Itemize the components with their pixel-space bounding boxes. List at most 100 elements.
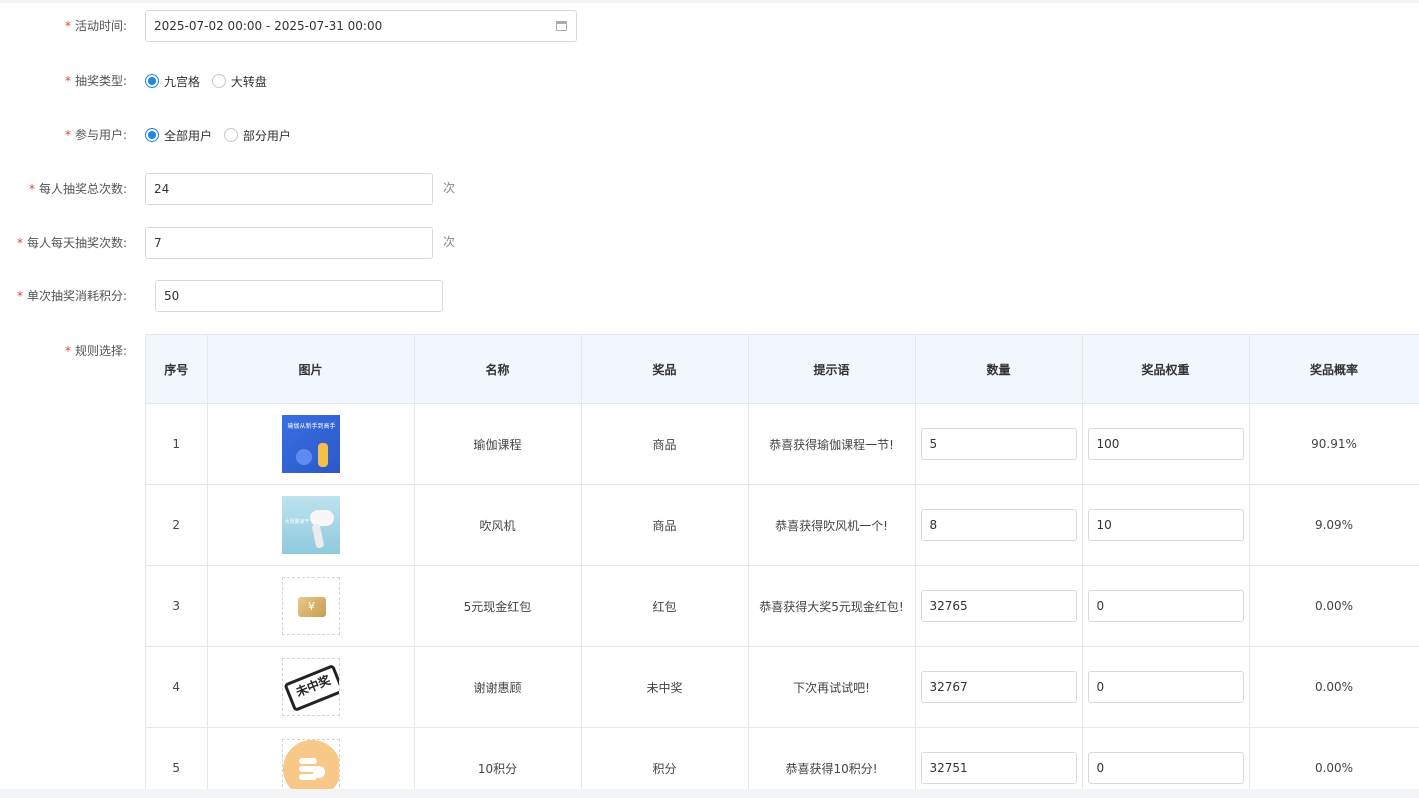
- header-prize: 奖品: [581, 335, 749, 404]
- header-name: 名称: [414, 335, 582, 404]
- hair-dryer-image: 大风量速干: [281, 496, 340, 554]
- cell-probability: 0.00%: [1249, 727, 1419, 789]
- header-index: 序号: [146, 335, 208, 404]
- required-mark: *: [64, 344, 71, 358]
- points-cost-input[interactable]: 50: [155, 280, 443, 312]
- label-text: 规则选择:: [74, 344, 127, 358]
- total-draws-value: 24: [154, 182, 170, 196]
- cell-weight: 0: [1082, 727, 1250, 789]
- table-row: 5 10积分 积分 恭喜获得10积分! 32751 0 0.00%: [146, 727, 1419, 789]
- cell-prize: 红包: [581, 565, 749, 647]
- weight-input[interactable]: 0: [1087, 590, 1244, 622]
- radio-all-users[interactable]: 全部用户: [145, 119, 212, 151]
- radio-unselected-icon: [211, 74, 226, 88]
- cell-name: 10积分: [414, 727, 582, 789]
- table-row: 2 大风量速干 吹风机 商品 恭喜获得吹风机一个! 8 10 9.09%: [146, 484, 1419, 566]
- cell-index: 5: [146, 727, 208, 789]
- quantity-input[interactable]: 5: [920, 428, 1077, 460]
- cell-weight: 0: [1082, 646, 1250, 728]
- cell-index: 3: [146, 565, 208, 647]
- cell-tip: 下次再试试吧!: [748, 646, 916, 728]
- cell-weight: 10: [1082, 484, 1250, 566]
- red-packet-icon: ¥: [297, 597, 326, 617]
- participants-label: * 参与用户:: [65, 119, 127, 151]
- radio-label: 全部用户: [164, 128, 213, 143]
- cell-name: 瑜伽课程: [414, 403, 582, 485]
- cell-tip: 恭喜获得大奖5元现金红包!: [748, 565, 916, 647]
- weight-input[interactable]: 0: [1087, 752, 1244, 784]
- cell-name: 谢谢惠顾: [414, 646, 582, 728]
- points-coin-image: [281, 739, 340, 789]
- quantity-input[interactable]: 32765: [920, 590, 1077, 622]
- table-header-row: 序号 图片 名称 奖品 提示语 数量 奖品权重 奖品概率: [146, 335, 1419, 404]
- yoga-figure-shape: [317, 443, 328, 467]
- cell-quantity: 8: [915, 484, 1083, 566]
- required-mark: *: [16, 289, 23, 303]
- cell-image: 大风量速干: [207, 484, 415, 566]
- table-row: 3 ¥ 5元现金红包 红包 恭喜获得大奖5元现金红包! 32765 0 0.00…: [146, 565, 1419, 647]
- cell-prize: 商品: [581, 484, 749, 566]
- cell-tip: 恭喜获得瑜伽课程一节!: [748, 403, 916, 485]
- lottery-type-radio-group: 九宫格 大转盘: [145, 65, 275, 97]
- quantity-input[interactable]: 32767: [920, 671, 1077, 703]
- stamp-icon: 未中奖: [282, 663, 339, 713]
- radio-big-wheel[interactable]: 大转盘: [211, 65, 267, 97]
- red-packet-image: ¥: [281, 577, 340, 635]
- radio-grid-nine[interactable]: 九宫格: [145, 65, 200, 97]
- cell-probability: 90.91%: [1249, 403, 1419, 485]
- cell-image: [207, 727, 415, 789]
- participants-row: * 参与用户: 全部用户 部分用户: [0, 119, 1419, 151]
- cell-probability: 0.00%: [1249, 646, 1419, 728]
- image-caption: 大风量速干: [284, 519, 310, 525]
- radio-selected-icon: [145, 74, 159, 88]
- label-text: 参与用户:: [74, 128, 127, 142]
- coin-circle-icon: [282, 740, 339, 789]
- required-mark: *: [16, 236, 23, 250]
- rules-label: * 规则选择:: [65, 335, 127, 367]
- radio-selected-icon: [145, 128, 159, 142]
- header-quantity: 数量: [915, 335, 1083, 404]
- weight-input[interactable]: 100: [1087, 428, 1244, 460]
- weight-input[interactable]: 0: [1087, 671, 1244, 703]
- radio-label: 部分用户: [242, 128, 291, 143]
- cell-probability: 0.00%: [1249, 565, 1419, 647]
- radio-label: 大转盘: [230, 74, 267, 89]
- cell-quantity: 32751: [915, 727, 1083, 789]
- activity-time-label: * 活动时间:: [65, 10, 127, 42]
- cell-prize: 未中奖: [581, 646, 749, 728]
- cell-index: 2: [146, 484, 208, 566]
- quantity-input[interactable]: 8: [920, 509, 1077, 541]
- table-row: 1 瑜伽从新手到高手 瑜伽课程 商品 恭喜获得瑜伽课程一节! 5 100 90.…: [146, 403, 1419, 485]
- activity-time-row: * 活动时间: 2025-07-02 00:00 - 2025-07-31 00:…: [0, 10, 1419, 42]
- participants-radio-group: 全部用户 部分用户: [145, 119, 299, 151]
- total-draws-label: * 每人抽奖总次数:: [29, 173, 127, 205]
- yoga-ball-shape: [295, 449, 312, 465]
- total-draws-input[interactable]: 24: [145, 173, 433, 205]
- cell-tip: 恭喜获得10积分!: [748, 727, 916, 789]
- cell-quantity: 32765: [915, 565, 1083, 647]
- daily-draws-value: 7: [154, 236, 162, 250]
- cell-quantity: 5: [915, 403, 1083, 485]
- radio-some-users[interactable]: 部分用户: [223, 119, 291, 151]
- label-text: 活动时间:: [74, 19, 127, 33]
- calendar-icon[interactable]: [556, 21, 567, 31]
- total-draws-row: * 每人抽奖总次数: 24 次: [0, 173, 1419, 205]
- required-mark: *: [64, 19, 71, 33]
- quantity-input[interactable]: 32751: [920, 752, 1077, 784]
- cell-prize: 商品: [581, 403, 749, 485]
- cell-index: 1: [146, 403, 208, 485]
- unit-label: 次: [443, 181, 456, 195]
- cell-image: ¥: [207, 565, 415, 647]
- cell-prize: 积分: [581, 727, 749, 789]
- coin-stack-icon: [298, 758, 317, 764]
- daily-draws-label: * 每人每天抽奖次数:: [17, 227, 127, 259]
- lottery-type-row: * 抽奖类型: 九宫格 大转盘: [0, 65, 1419, 97]
- daily-draws-input[interactable]: 7: [145, 227, 433, 259]
- label-text: 单次抽奖消耗积分:: [26, 289, 127, 303]
- weight-input[interactable]: 10: [1087, 509, 1244, 541]
- required-mark: *: [64, 128, 71, 142]
- points-cost-value: 50: [164, 289, 180, 303]
- activity-time-range-picker[interactable]: 2025-07-02 00:00 - 2025-07-31 00:00: [145, 10, 577, 42]
- cell-index: 4: [146, 646, 208, 728]
- radio-unselected-icon: [223, 128, 238, 142]
